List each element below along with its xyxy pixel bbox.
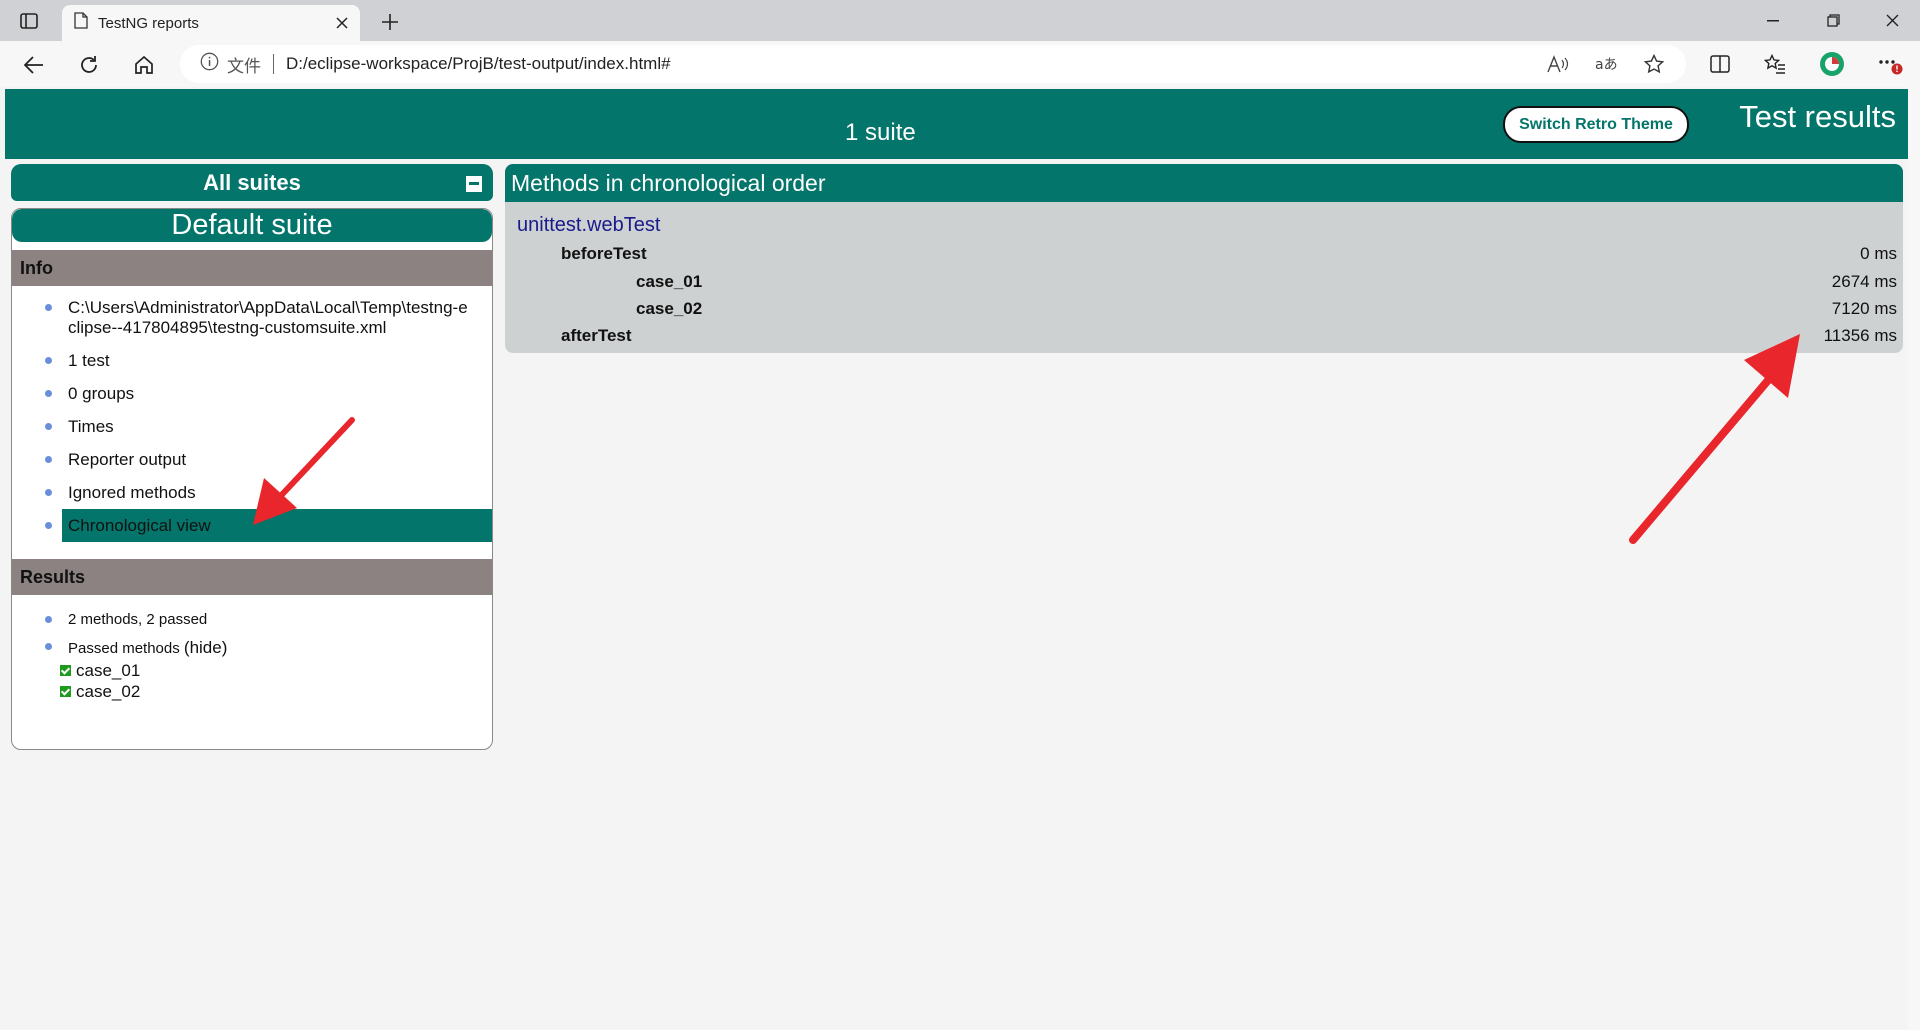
right-red-arrow <box>1629 334 1800 544</box>
left-red-arrow <box>253 417 355 525</box>
annotation-arrows <box>253 334 1800 544</box>
